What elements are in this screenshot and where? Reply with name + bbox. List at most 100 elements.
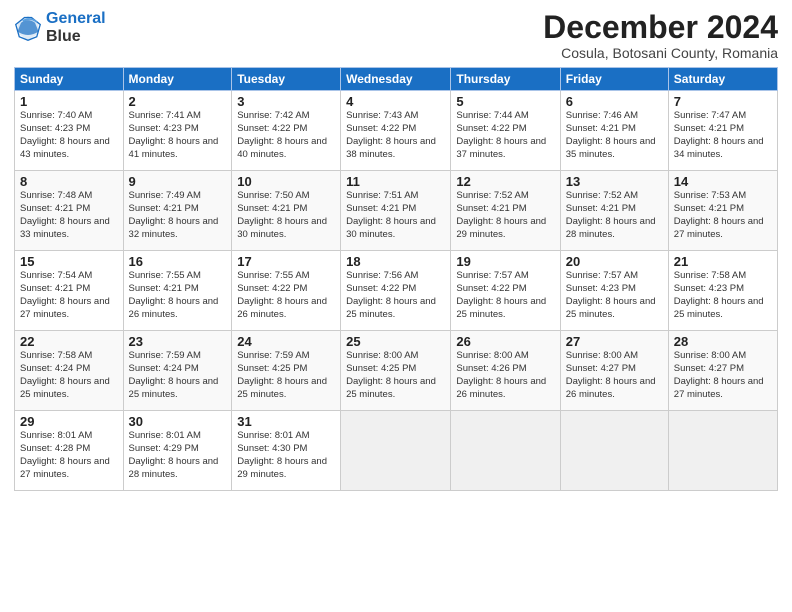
calendar-cell: 23 Sunrise: 7:59 AM Sunset: 4:24 PM Dayl… [123, 331, 232, 411]
calendar-header-row: Sunday Monday Tuesday Wednesday Thursday… [15, 68, 778, 91]
day-info: Sunrise: 7:56 AM Sunset: 4:22 PM Dayligh… [346, 270, 445, 321]
calendar-cell: 15 Sunrise: 7:54 AM Sunset: 4:21 PM Dayl… [15, 251, 124, 331]
logo-icon [14, 14, 42, 42]
calendar-cell: 29 Sunrise: 8:01 AM Sunset: 4:28 PM Dayl… [15, 411, 124, 491]
calendar-cell: 10 Sunrise: 7:50 AM Sunset: 4:21 PM Dayl… [232, 171, 341, 251]
col-sunday: Sunday [15, 68, 124, 91]
day-info: Sunrise: 8:00 AM Sunset: 4:26 PM Dayligh… [456, 350, 554, 401]
calendar-cell: 5 Sunrise: 7:44 AM Sunset: 4:22 PM Dayli… [451, 91, 560, 171]
calendar-cell: 6 Sunrise: 7:46 AM Sunset: 4:21 PM Dayli… [560, 91, 668, 171]
day-info: Sunrise: 8:00 AM Sunset: 4:25 PM Dayligh… [346, 350, 445, 401]
calendar-cell: 4 Sunrise: 7:43 AM Sunset: 4:22 PM Dayli… [341, 91, 451, 171]
day-number: 17 [237, 254, 335, 269]
day-info: Sunrise: 7:40 AM Sunset: 4:23 PM Dayligh… [20, 110, 118, 161]
day-number: 22 [20, 334, 118, 349]
calendar-cell: 27 Sunrise: 8:00 AM Sunset: 4:27 PM Dayl… [560, 331, 668, 411]
day-info: Sunrise: 7:57 AM Sunset: 4:22 PM Dayligh… [456, 270, 554, 321]
day-number: 10 [237, 174, 335, 189]
day-info: Sunrise: 7:46 AM Sunset: 4:21 PM Dayligh… [566, 110, 663, 161]
day-info: Sunrise: 7:42 AM Sunset: 4:22 PM Dayligh… [237, 110, 335, 161]
day-info: Sunrise: 7:58 AM Sunset: 4:24 PM Dayligh… [20, 350, 118, 401]
day-info: Sunrise: 8:01 AM Sunset: 4:29 PM Dayligh… [129, 430, 227, 481]
day-info: Sunrise: 7:52 AM Sunset: 4:21 PM Dayligh… [456, 190, 554, 241]
col-monday: Monday [123, 68, 232, 91]
day-info: Sunrise: 7:52 AM Sunset: 4:21 PM Dayligh… [566, 190, 663, 241]
day-number: 11 [346, 174, 445, 189]
calendar-cell: 17 Sunrise: 7:55 AM Sunset: 4:22 PM Dayl… [232, 251, 341, 331]
calendar-cell: 1 Sunrise: 7:40 AM Sunset: 4:23 PM Dayli… [15, 91, 124, 171]
day-info: Sunrise: 7:50 AM Sunset: 4:21 PM Dayligh… [237, 190, 335, 241]
day-number: 29 [20, 414, 118, 429]
day-info: Sunrise: 7:57 AM Sunset: 4:23 PM Dayligh… [566, 270, 663, 321]
calendar-cell: 31 Sunrise: 8:01 AM Sunset: 4:30 PM Dayl… [232, 411, 341, 491]
calendar-cell: 18 Sunrise: 7:56 AM Sunset: 4:22 PM Dayl… [341, 251, 451, 331]
day-number: 31 [237, 414, 335, 429]
calendar-cell: 22 Sunrise: 7:58 AM Sunset: 4:24 PM Dayl… [15, 331, 124, 411]
calendar-week-row: 15 Sunrise: 7:54 AM Sunset: 4:21 PM Dayl… [15, 251, 778, 331]
calendar-cell: 26 Sunrise: 8:00 AM Sunset: 4:26 PM Dayl… [451, 331, 560, 411]
calendar-cell: 24 Sunrise: 7:59 AM Sunset: 4:25 PM Dayl… [232, 331, 341, 411]
logo: GeneralBlue [14, 10, 106, 45]
day-info: Sunrise: 7:41 AM Sunset: 4:23 PM Dayligh… [129, 110, 227, 161]
day-number: 12 [456, 174, 554, 189]
day-number: 30 [129, 414, 227, 429]
calendar-cell [560, 411, 668, 491]
day-number: 16 [129, 254, 227, 269]
calendar-cell: 25 Sunrise: 8:00 AM Sunset: 4:25 PM Dayl… [341, 331, 451, 411]
day-number: 3 [237, 94, 335, 109]
subtitle: Cosula, Botosani County, Romania [543, 45, 778, 61]
day-info: Sunrise: 7:59 AM Sunset: 4:25 PM Dayligh… [237, 350, 335, 401]
calendar-cell: 13 Sunrise: 7:52 AM Sunset: 4:21 PM Dayl… [560, 171, 668, 251]
calendar-week-row: 22 Sunrise: 7:58 AM Sunset: 4:24 PM Dayl… [15, 331, 778, 411]
day-number: 24 [237, 334, 335, 349]
day-number: 2 [129, 94, 227, 109]
calendar-cell: 12 Sunrise: 7:52 AM Sunset: 4:21 PM Dayl… [451, 171, 560, 251]
day-number: 21 [674, 254, 772, 269]
day-info: Sunrise: 7:49 AM Sunset: 4:21 PM Dayligh… [129, 190, 227, 241]
day-number: 15 [20, 254, 118, 269]
day-info: Sunrise: 7:55 AM Sunset: 4:21 PM Dayligh… [129, 270, 227, 321]
day-number: 5 [456, 94, 554, 109]
day-info: Sunrise: 7:51 AM Sunset: 4:21 PM Dayligh… [346, 190, 445, 241]
day-number: 27 [566, 334, 663, 349]
day-info: Sunrise: 7:48 AM Sunset: 4:21 PM Dayligh… [20, 190, 118, 241]
calendar-cell: 9 Sunrise: 7:49 AM Sunset: 4:21 PM Dayli… [123, 171, 232, 251]
calendar-cell: 2 Sunrise: 7:41 AM Sunset: 4:23 PM Dayli… [123, 91, 232, 171]
day-number: 14 [674, 174, 772, 189]
header: GeneralBlue December 2024 Cosula, Botosa… [14, 10, 778, 61]
day-number: 9 [129, 174, 227, 189]
calendar-cell: 21 Sunrise: 7:58 AM Sunset: 4:23 PM Dayl… [668, 251, 777, 331]
calendar-cell: 20 Sunrise: 7:57 AM Sunset: 4:23 PM Dayl… [560, 251, 668, 331]
calendar-table: Sunday Monday Tuesday Wednesday Thursday… [14, 67, 778, 491]
calendar-cell: 19 Sunrise: 7:57 AM Sunset: 4:22 PM Dayl… [451, 251, 560, 331]
day-info: Sunrise: 7:54 AM Sunset: 4:21 PM Dayligh… [20, 270, 118, 321]
day-info: Sunrise: 7:43 AM Sunset: 4:22 PM Dayligh… [346, 110, 445, 161]
day-info: Sunrise: 8:00 AM Sunset: 4:27 PM Dayligh… [566, 350, 663, 401]
day-number: 8 [20, 174, 118, 189]
col-saturday: Saturday [668, 68, 777, 91]
day-number: 7 [674, 94, 772, 109]
title-block: December 2024 Cosula, Botosani County, R… [543, 10, 778, 61]
day-number: 4 [346, 94, 445, 109]
calendar-cell: 30 Sunrise: 8:01 AM Sunset: 4:29 PM Dayl… [123, 411, 232, 491]
day-info: Sunrise: 8:01 AM Sunset: 4:30 PM Dayligh… [237, 430, 335, 481]
day-number: 23 [129, 334, 227, 349]
day-info: Sunrise: 8:01 AM Sunset: 4:28 PM Dayligh… [20, 430, 118, 481]
calendar-cell [341, 411, 451, 491]
page: GeneralBlue December 2024 Cosula, Botosa… [0, 0, 792, 612]
calendar-cell [668, 411, 777, 491]
calendar-week-row: 29 Sunrise: 8:01 AM Sunset: 4:28 PM Dayl… [15, 411, 778, 491]
calendar-cell: 3 Sunrise: 7:42 AM Sunset: 4:22 PM Dayli… [232, 91, 341, 171]
day-number: 1 [20, 94, 118, 109]
day-number: 6 [566, 94, 663, 109]
calendar-week-row: 8 Sunrise: 7:48 AM Sunset: 4:21 PM Dayli… [15, 171, 778, 251]
calendar-week-row: 1 Sunrise: 7:40 AM Sunset: 4:23 PM Dayli… [15, 91, 778, 171]
day-info: Sunrise: 7:55 AM Sunset: 4:22 PM Dayligh… [237, 270, 335, 321]
calendar-cell: 11 Sunrise: 7:51 AM Sunset: 4:21 PM Dayl… [341, 171, 451, 251]
day-number: 25 [346, 334, 445, 349]
day-number: 19 [456, 254, 554, 269]
col-friday: Friday [560, 68, 668, 91]
main-title: December 2024 [543, 10, 778, 45]
day-number: 28 [674, 334, 772, 349]
col-thursday: Thursday [451, 68, 560, 91]
